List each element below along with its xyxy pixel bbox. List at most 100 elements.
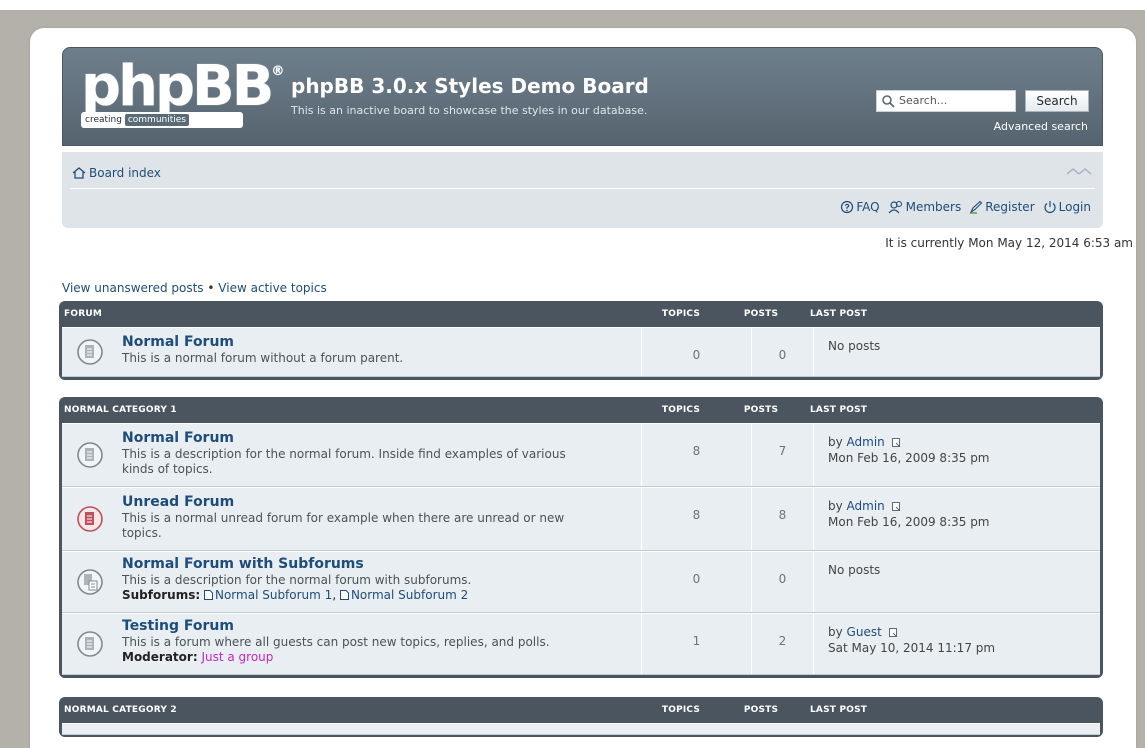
column-last-post: LAST POST [810, 309, 868, 319]
site-header: phpBB® creating communities phpBB 3.0.x … [62, 47, 1103, 146]
category-name[interactable]: FORUM [62, 309, 636, 319]
last-post-date: Mon Feb 16, 2009 8:35 pm [828, 451, 990, 465]
subforum-link[interactable]: Normal Subforum 1 [203, 588, 332, 602]
column-last-post: LAST POST [810, 405, 868, 415]
posts-count: 2 [752, 614, 814, 674]
column-posts: POSTS [743, 705, 779, 715]
last-post-by: by [828, 625, 843, 639]
moderator-group-link[interactable]: Just a group [201, 650, 273, 664]
posts-count: 0 [752, 552, 814, 612]
faq-icon [841, 200, 854, 214]
login-link[interactable]: Login [1043, 200, 1091, 214]
forum-row: Normal Forum with Subforums This is a de… [62, 551, 1100, 613]
category-normal-2: NORMAL CATEGORY 2 TOPICS POSTS LAST POST [59, 697, 1103, 737]
forum-description: This is a normal forum without a forum p… [122, 351, 404, 365]
category-header: NORMAL CATEGORY 1 TOPICS POSTS LAST POST [62, 397, 1100, 423]
category-name[interactable]: NORMAL CATEGORY 2 [62, 705, 636, 715]
moderator-label: Moderator: [122, 650, 198, 664]
category-normal-1: NORMAL CATEGORY 1 TOPICS POSTS LAST POST… [59, 397, 1103, 678]
search-button[interactable]: Search [1025, 90, 1089, 112]
forum-title[interactable]: Normal Forum with Subforums [122, 556, 641, 573]
navbar: Board index FAQ Members Register Login [62, 152, 1103, 228]
search-placeholder: Search... [899, 94, 948, 107]
forum-subforum-icon [77, 569, 103, 595]
forum-title[interactable]: Normal Forum [122, 430, 641, 447]
quick-links-separator: • [207, 281, 215, 295]
category-header: FORUM TOPICS POSTS LAST POST [62, 301, 1100, 327]
last-post: by Admin Mon Feb 16, 2009 8:35 pm [814, 424, 990, 486]
search-input[interactable]: Search... [876, 90, 1016, 112]
advanced-search-link[interactable]: Advanced search [994, 120, 1088, 133]
category-header: NORMAL CATEGORY 2 TOPICS POSTS LAST POST [62, 697, 1100, 723]
forum-description: This is a forum where all guests can pos… [122, 635, 550, 649]
view-latest-post-icon[interactable] [891, 438, 901, 447]
subforums-label: Subforums: [122, 588, 201, 602]
last-post: by Guest Sat May 10, 2014 11:17 pm [814, 614, 995, 674]
last-post: No posts [828, 339, 881, 353]
forum-title[interactable]: Unread Forum [122, 494, 641, 511]
column-topics: TOPICS [661, 309, 701, 319]
view-latest-post-icon[interactable] [888, 628, 898, 637]
column-topics: TOPICS [661, 705, 701, 715]
column-posts: POSTS [743, 309, 779, 319]
forum-row: Normal Forum This is a normal forum with… [62, 327, 1100, 377]
active-topics-link[interactable]: View active topics [218, 281, 326, 295]
column-topics: TOPICS [661, 405, 701, 415]
forum-read-icon [77, 631, 103, 657]
unanswered-posts-link[interactable]: View unanswered posts [62, 281, 204, 295]
page-icon [203, 590, 213, 600]
quick-links: View unanswered posts • View active topi… [62, 281, 327, 295]
last-post-by: by [828, 499, 843, 513]
posts-count: 0 [752, 328, 814, 376]
forum-title[interactable]: Testing Forum [122, 618, 641, 635]
subforum-link[interactable]: Normal Subforum 2 [339, 588, 468, 602]
nav-divider [70, 188, 1095, 189]
topics-count: 8 [642, 424, 752, 486]
column-posts: POSTS [743, 405, 779, 415]
forum-read-icon [77, 442, 103, 468]
last-post-by: by [828, 435, 843, 449]
column-last-post: LAST POST [810, 705, 868, 715]
logo-wordmark: phpBB® [81, 54, 285, 119]
page-icon [339, 590, 349, 600]
last-post-author[interactable]: Admin [847, 435, 885, 449]
site-logo[interactable]: phpBB® creating communities [81, 54, 284, 134]
forum-description: This is a normal unread forum for exampl… [122, 511, 565, 540]
topics-count: 1 [642, 614, 752, 674]
last-post-date: Sat May 10, 2014 11:17 pm [828, 641, 996, 655]
moderator-line: Moderator: Just a group [122, 650, 641, 665]
board-index-link[interactable]: Board index [72, 166, 161, 180]
forum-row: Normal Forum This is a description for t… [62, 423, 1100, 487]
faq-link[interactable]: FAQ [840, 200, 880, 214]
forum-row [62, 723, 1100, 735]
collapse-icon[interactable] [1065, 166, 1093, 176]
forum-title[interactable]: Normal Forum [122, 334, 641, 351]
page-top-band [0, 0, 1145, 10]
subforums-line: Subforums: Normal Subforum 1, Normal Sub… [122, 588, 469, 602]
search-icon [882, 95, 895, 108]
posts-count: 8 [752, 488, 814, 550]
last-post-date: Mon Feb 16, 2009 8:35 pm [828, 515, 990, 529]
forum-unread-icon [77, 506, 103, 532]
category-forum: FORUM TOPICS POSTS LAST POST Normal Foru… [59, 301, 1103, 380]
logo-tagline: creating communities [81, 112, 243, 128]
view-latest-post-icon[interactable] [891, 502, 901, 511]
nav-links: FAQ Members Register Login [840, 200, 1091, 214]
posts-count: 7 [752, 424, 814, 486]
forum-description: This is a description for the normal for… [122, 573, 472, 587]
site-title: phpBB 3.0.x Styles Demo Board [291, 74, 649, 98]
topics-count: 0 [642, 552, 752, 612]
category-name[interactable]: NORMAL CATEGORY 1 [62, 405, 636, 415]
members-link[interactable]: Members [888, 200, 961, 214]
forum-read-icon [77, 339, 103, 365]
register-icon [969, 200, 983, 214]
home-icon [72, 167, 86, 179]
last-post: by Admin Mon Feb 16, 2009 8:35 pm [814, 488, 990, 550]
members-icon [888, 200, 902, 214]
last-post: No posts [828, 563, 881, 577]
topics-count: 0 [642, 328, 752, 376]
register-link[interactable]: Register [969, 200, 1035, 214]
last-post-author[interactable]: Guest [847, 625, 882, 639]
last-post-author[interactable]: Admin [847, 499, 885, 513]
forum-row: Unread Forum This is a normal unread for… [62, 487, 1100, 551]
